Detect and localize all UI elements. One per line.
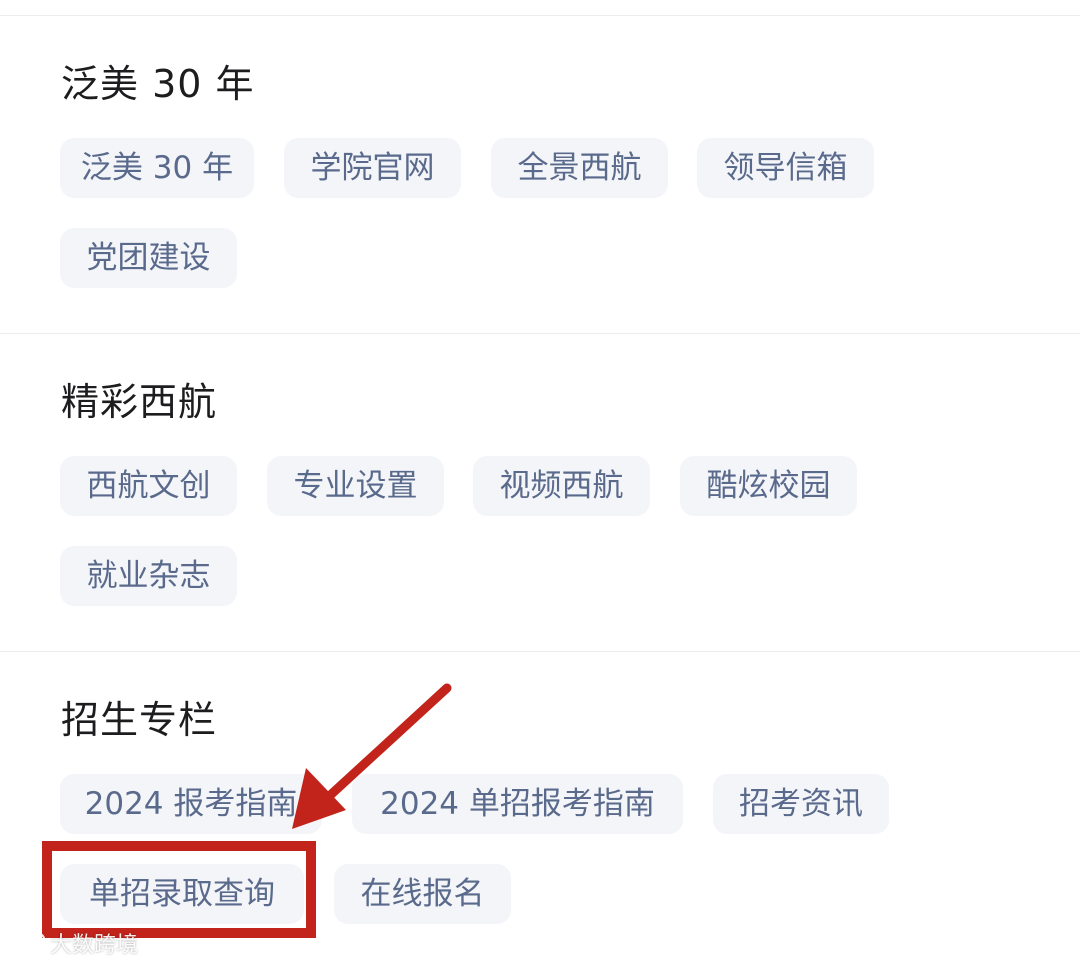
chip-major-settings[interactable]: 专业设置: [267, 456, 444, 516]
highlight-box-annotation: [42, 841, 316, 938]
chip-2024-application-guide[interactable]: 2024 报考指南: [60, 774, 322, 834]
chip-college-website[interactable]: 学院官网: [284, 138, 461, 198]
chip-employment-magazine[interactable]: 就业杂志: [60, 546, 237, 606]
chip-cool-campus[interactable]: 酷炫校园: [680, 456, 857, 516]
chip-xihang-creative[interactable]: 西航文创: [60, 456, 237, 516]
watermark: 大数跨境: [8, 928, 138, 958]
section-title-panam-30-years: 泛美 30 年: [61, 62, 255, 106]
section-title-admissions: 招生专栏: [61, 698, 218, 742]
chip-panam-30-years[interactable]: 泛美 30 年: [60, 138, 254, 198]
chip-video-xihang[interactable]: 视频西航: [473, 456, 650, 516]
top-divider: [0, 15, 1080, 16]
section-divider: [0, 333, 1080, 334]
chip-admissions-news[interactable]: 招考资讯: [713, 774, 889, 834]
chip-panorama-xihang[interactable]: 全景西航: [491, 138, 668, 198]
watermark-text: 大数跨境: [50, 933, 139, 958]
chip-party-building[interactable]: 党团建设: [60, 228, 237, 288]
chip-2024-single-recruit-guide[interactable]: 2024 单招报考指南: [352, 774, 683, 834]
chip-online-registration[interactable]: 在线报名: [334, 864, 511, 924]
chip-leader-mailbox[interactable]: 领导信箱: [697, 138, 874, 198]
weibo-logo-icon: [10, 932, 46, 954]
section-divider: [0, 651, 1080, 652]
section-title-wonderful-xihang: 精彩西航: [61, 380, 218, 424]
